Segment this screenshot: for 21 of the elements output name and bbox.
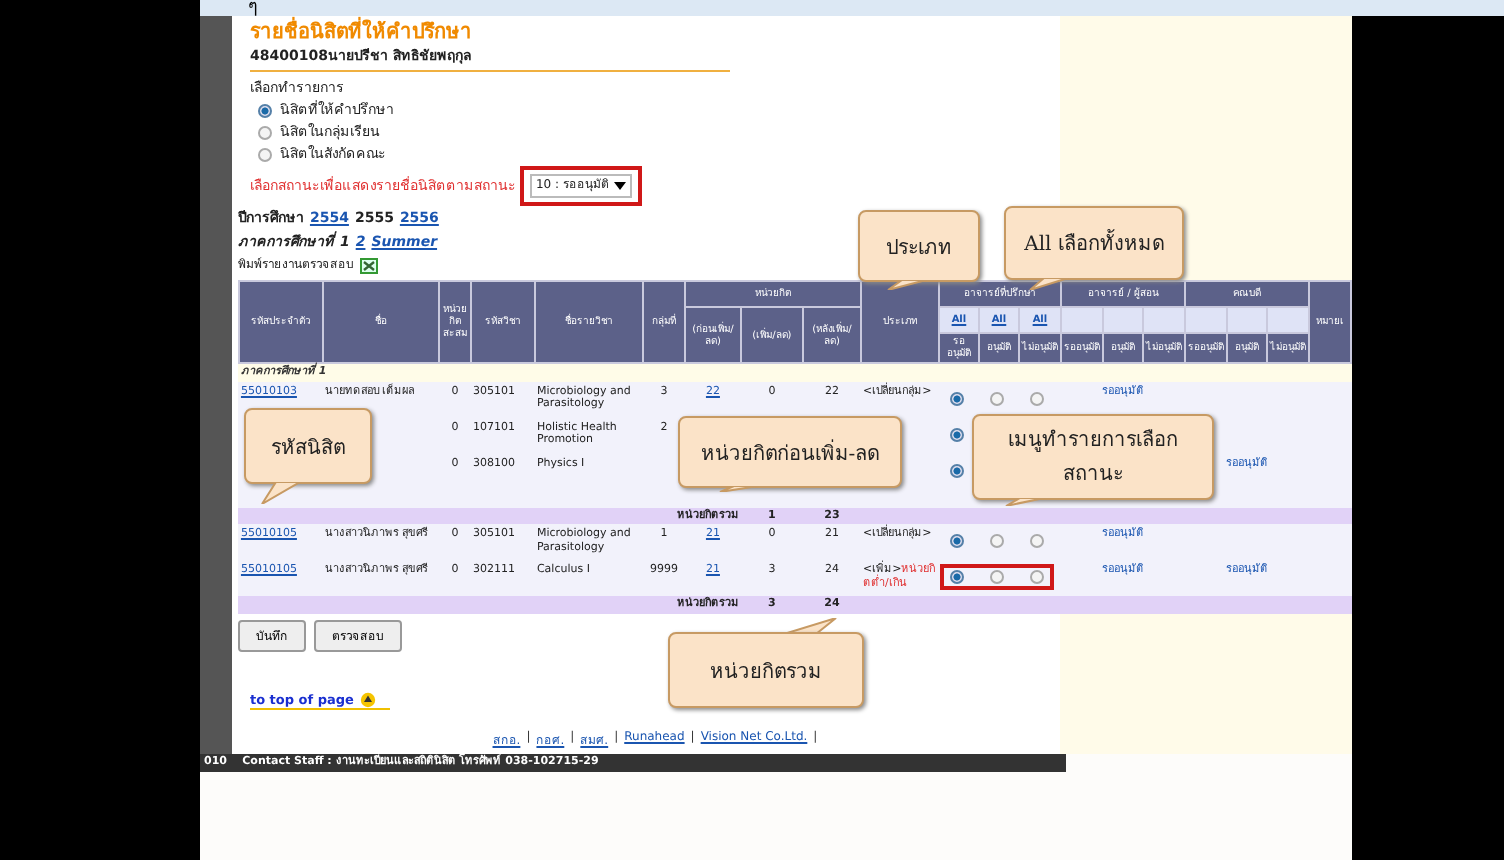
radio-button[interactable] [257, 104, 272, 118]
spreadsheet-icon[interactable] [359, 258, 378, 274]
radio-button[interactable] [990, 570, 1005, 584]
radio-button[interactable] [950, 391, 965, 405]
radio-button[interactable] [990, 391, 1005, 405]
radio-button[interactable] [950, 427, 965, 441]
radio-button[interactable] [257, 148, 272, 162]
radio-button[interactable] [950, 463, 965, 477]
callout: หน่วยกิตก่อนเพิ่ม-ลด [678, 416, 902, 488]
radio-button[interactable] [1030, 391, 1045, 405]
page-mark: ๆ [248, 0, 258, 18]
radio-button[interactable] [950, 534, 965, 548]
callout: เมนูทำรายการเลือกสถานะ [972, 414, 1214, 500]
radio-button[interactable] [1030, 534, 1045, 548]
callout: ประเภท [858, 210, 980, 282]
page-title: รายชื่อนิสิตที่ให้คำปรึกษา [237, 20, 1352, 46]
radio-button[interactable] [257, 126, 272, 140]
radio-button[interactable] [1030, 570, 1045, 584]
caret-icon [614, 182, 627, 190]
radio-button[interactable] [990, 534, 1005, 548]
radio-button[interactable] [950, 570, 965, 584]
